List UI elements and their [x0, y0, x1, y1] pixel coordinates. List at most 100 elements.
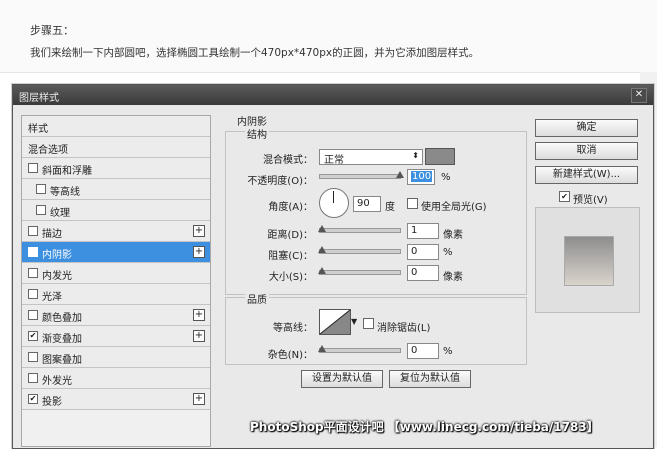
angle-dial[interactable] [319, 188, 349, 218]
close-icon[interactable]: ✕ [631, 88, 647, 103]
outer-glow-label: 外发光 [42, 376, 72, 387]
gradient-overlay-checkbox[interactable]: ✔ [28, 331, 38, 341]
cancel-button[interactable]: 取消 [535, 142, 638, 160]
color-overlay-item[interactable]: 颜色叠加 + [22, 305, 210, 326]
ok-button[interactable]: 确定 [535, 119, 638, 137]
blending-options-item[interactable]: 混合选项 [22, 137, 210, 158]
drop-shadow-add-icon[interactable]: + [193, 393, 205, 405]
opacity-slider[interactable] [319, 171, 404, 179]
antialias-checkbox[interactable] [363, 318, 374, 329]
size-slider-thumb[interactable] [318, 267, 326, 274]
opacity-input[interactable]: 100 [407, 169, 435, 185]
stroke-checkbox[interactable] [28, 226, 38, 236]
inner-shadow-add-icon[interactable]: + [193, 246, 205, 258]
choke-label: 阻塞(C)： [268, 251, 313, 262]
noise-slider-thumb[interactable] [318, 345, 326, 352]
pattern-overlay-label: 图案叠加 [42, 355, 82, 366]
step-title: 步骤五： [30, 24, 74, 37]
inner-glow-item[interactable]: 内发光 [22, 263, 210, 284]
size-value: 0 [411, 267, 418, 278]
distance-value: 1 [411, 225, 418, 236]
size-input[interactable]: 0 [407, 265, 439, 281]
noise-label: 杂色(N)： [267, 350, 313, 361]
stroke-item[interactable]: 描边 + [22, 221, 210, 242]
step-description: 我们来绘制一下内部圆吧，选择椭圆工具绘制一个470px*470px的正圆，并为它… [30, 47, 480, 59]
opacity-slider-thumb[interactable] [396, 171, 404, 178]
global-light-label: 使用全局光(G) [421, 202, 487, 213]
stroke-label: 描边 [42, 229, 62, 240]
angle-label: 角度(A)： [268, 202, 313, 213]
inner-glow-checkbox[interactable] [28, 268, 38, 278]
noise-input[interactable]: 0 [407, 343, 439, 359]
choke-slider[interactable] [318, 246, 401, 254]
color-overlay-label: 颜色叠加 [42, 313, 82, 324]
noise-value: 0 [411, 345, 418, 356]
stroke-add-icon[interactable]: + [193, 225, 205, 237]
satin-checkbox[interactable] [28, 289, 38, 299]
contour-item[interactable]: 等高线 [22, 179, 210, 200]
reset-default-button[interactable]: 复位为默认值 [389, 370, 471, 388]
dropdown-arrow-icon: ⬍ [412, 151, 419, 160]
distance-slider[interactable] [318, 225, 401, 233]
inner-shadow-label: 内阴影 [42, 250, 72, 261]
drop-shadow-label: 投影 [42, 397, 62, 408]
blend-mode-value: 正常 [324, 155, 344, 166]
noise-unit: % [443, 346, 453, 357]
bevel-emboss-checkbox[interactable] [28, 163, 38, 173]
noise-slider[interactable] [318, 345, 401, 353]
make-default-button[interactable]: 设置为默认值 [301, 370, 383, 388]
style-preview [535, 207, 640, 313]
texture-checkbox[interactable] [36, 205, 46, 215]
drop-shadow-item[interactable]: ✔ 投影 + [22, 389, 210, 410]
shadow-color-swatch[interactable] [425, 148, 455, 165]
inner-shadow-checkbox[interactable]: ✔ [28, 247, 38, 257]
texture-item[interactable]: 纹理 [22, 200, 210, 221]
preview-checkbox[interactable]: ✔ [559, 191, 570, 202]
distance-input[interactable]: 1 [407, 223, 439, 239]
texture-label: 纹理 [50, 208, 70, 219]
angle-input[interactable]: 90 [353, 196, 381, 212]
preview-label: 预览(V) [573, 195, 608, 206]
gradient-overlay-item[interactable]: ✔ 渐变叠加 + [22, 326, 210, 347]
structure-title: 结构 [245, 126, 269, 141]
contour-checkbox[interactable] [36, 184, 46, 194]
distance-slider-thumb[interactable] [318, 225, 326, 232]
outer-glow-item[interactable]: 外发光 [22, 368, 210, 389]
contour-picker[interactable] [319, 309, 351, 335]
drop-shadow-checkbox[interactable]: ✔ [28, 394, 38, 404]
satin-item[interactable]: 光泽 [22, 284, 210, 305]
inner-shadow-item[interactable]: ✔ 内阴影 + [22, 242, 210, 263]
pattern-overlay-item[interactable]: 图案叠加 [22, 347, 210, 368]
size-slider[interactable] [318, 267, 401, 275]
global-light-checkbox[interactable] [407, 198, 418, 209]
contour-curve-icon [319, 309, 351, 335]
distance-unit: 像素 [443, 230, 463, 241]
styles-item-label: 样式 [28, 124, 48, 135]
new-style-button[interactable]: 新建样式(W)... [535, 166, 638, 184]
choke-unit: % [443, 247, 453, 258]
color-overlay-checkbox[interactable] [28, 310, 38, 320]
blending-options-label: 混合选项 [28, 145, 68, 156]
styles-header-item[interactable]: 样式 [22, 116, 210, 137]
bevel-emboss-label: 斜面和浮雕 [42, 166, 92, 177]
pattern-overlay-checkbox[interactable] [28, 352, 38, 362]
contour-dropdown-icon[interactable]: ▼ [351, 317, 357, 326]
opacity-unit: % [441, 172, 451, 183]
outer-glow-checkbox[interactable] [28, 373, 38, 383]
bevel-emboss-item[interactable]: 斜面和浮雕 [22, 158, 210, 179]
contour-label: 等高线： [273, 323, 313, 334]
blend-mode-select[interactable]: 正常 ⬍ [319, 149, 423, 166]
color-overlay-add-icon[interactable]: + [193, 309, 205, 321]
watermark: PhotoShop平面设计吧 【www.linecg.com/tieba/178… [250, 420, 599, 434]
dialog-titlebar: 图层样式 ✕ [13, 85, 653, 105]
angle-value: 90 [357, 198, 370, 209]
distance-label: 距离(D)： [267, 230, 313, 241]
article-header: 步骤五： 我们来绘制一下内部圆吧，选择椭圆工具绘制一个470px*470px的正… [0, 0, 657, 73]
choke-input[interactable]: 0 [407, 244, 439, 260]
preview-swatch [564, 236, 614, 286]
opacity-label: 不透明度(O)： [247, 176, 313, 187]
blend-mode-label: 混合模式： [263, 155, 313, 166]
choke-slider-thumb[interactable] [318, 246, 326, 253]
choke-value: 0 [411, 246, 418, 257]
gradient-overlay-add-icon[interactable]: + [193, 330, 205, 342]
